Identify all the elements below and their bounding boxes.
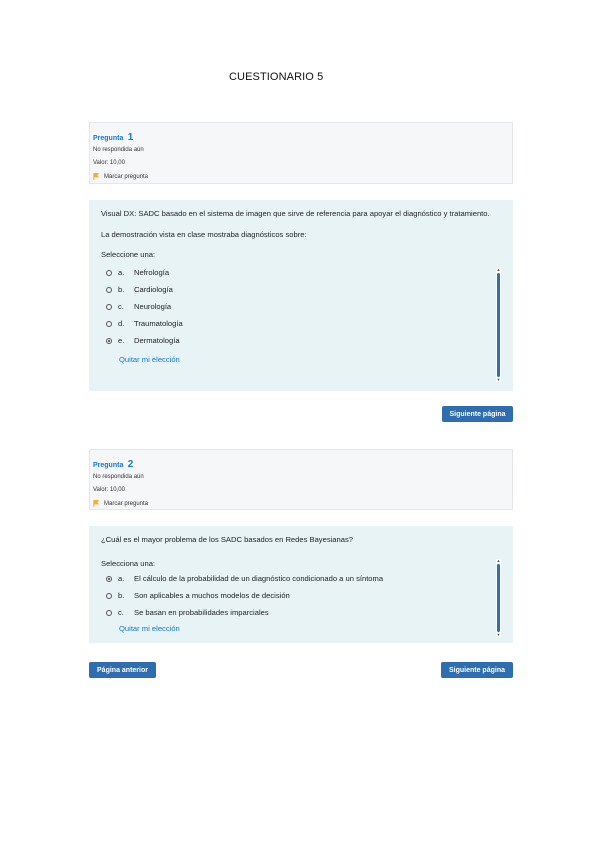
question-subtext: La demostración vista en clase mostraba … xyxy=(101,230,307,239)
answer-option[interactable]: b. Son aplicables a muchos modelos de dec… xyxy=(101,587,501,604)
radio-button[interactable] xyxy=(106,320,112,327)
option-text: Dermatología xyxy=(134,336,180,345)
radio-button[interactable] xyxy=(106,269,112,276)
question-label: Pregunta xyxy=(93,135,124,142)
flag-question-link[interactable]: Marcar pregunta xyxy=(93,500,509,507)
flag-question-link[interactable]: Marcar pregunta xyxy=(93,173,509,180)
radio-button[interactable] xyxy=(106,609,112,616)
option-letter: b. xyxy=(118,285,125,294)
answer-option[interactable]: c. Se basan en probabilidades imparciales xyxy=(101,604,501,621)
flag-icon xyxy=(93,500,100,507)
option-text: Se basan en probabilidades imparciales xyxy=(134,608,269,617)
answer-option[interactable]: a. Nefrología xyxy=(101,264,501,281)
question-text: ¿Cuál es el mayor problema de los SADC b… xyxy=(101,535,353,544)
radio-button[interactable] xyxy=(106,592,112,599)
question-number: 1 xyxy=(127,132,134,143)
question-1-info: Pregunta 1 No respondida aún Valor: 10,0… xyxy=(89,122,513,184)
scroll-thumb[interactable] xyxy=(497,564,500,632)
flag-icon xyxy=(93,173,100,180)
clear-choice-link[interactable]: Quitar mi elección xyxy=(119,624,501,633)
option-letter: b. xyxy=(118,591,125,600)
question-value: Valor: 10,00 xyxy=(93,487,125,493)
scroll-up-arrow[interactable]: ▲ xyxy=(496,268,501,272)
scroll-down-arrow[interactable]: ▼ xyxy=(496,378,501,382)
question-2-info: Pregunta 2 No respondida aún Valor: 10,0… xyxy=(89,449,513,510)
question-1-content: Visual DX: SADC basado en el sistema de … xyxy=(89,200,513,391)
answer-prompt: Seleccione una: xyxy=(101,250,156,259)
document-title: CUESTIONARIO 5 xyxy=(229,71,324,83)
scroll-down-arrow[interactable]: ▼ xyxy=(496,633,501,637)
next-page-button[interactable]: Siguiente página xyxy=(442,406,513,422)
scrollbar[interactable]: ▲ ▼ xyxy=(496,559,501,637)
flag-question-label: Marcar pregunta xyxy=(104,500,149,507)
option-text: Traumatología xyxy=(134,319,183,328)
question-status: No respondida aún xyxy=(93,147,144,153)
answer-option[interactable]: b. Cardiología xyxy=(101,281,501,298)
option-letter: a. xyxy=(118,268,125,277)
option-text: Nefrología xyxy=(134,268,170,277)
answer-prompt: Selecciona una: xyxy=(101,559,156,568)
scroll-up-arrow[interactable]: ▲ xyxy=(496,559,501,563)
option-letter: a. xyxy=(118,574,125,583)
previous-page-button[interactable]: Página anterior xyxy=(89,662,156,678)
question-label: Pregunta xyxy=(93,462,124,469)
question-status: No respondida aún xyxy=(93,474,144,480)
option-letter: e. xyxy=(118,336,125,345)
option-letter: c. xyxy=(118,302,124,311)
option-letter: d. xyxy=(118,319,125,328)
answer-option[interactable]: c. Neurología xyxy=(101,298,501,315)
radio-button[interactable] xyxy=(106,337,112,344)
question-value: Valor: 10,00 xyxy=(93,160,125,166)
question-number: 2 xyxy=(127,459,134,470)
radio-button[interactable] xyxy=(106,286,112,293)
option-text: Neurología xyxy=(134,302,172,311)
radio-button[interactable] xyxy=(106,303,112,310)
question-2-content: ¿Cuál es el mayor problema de los SADC b… xyxy=(89,526,513,643)
radio-button[interactable] xyxy=(106,575,112,582)
answer-option[interactable]: d. Traumatología xyxy=(101,315,501,332)
option-text: Son aplicables a muchos modelos de decis… xyxy=(134,591,290,600)
option-text: El cálculo de la probabilidad de un diag… xyxy=(134,574,384,583)
clear-choice-link[interactable]: Quitar mi elección xyxy=(119,355,501,364)
option-letter: c. xyxy=(118,608,124,617)
scrollbar[interactable]: ▲ ▼ xyxy=(496,268,501,382)
question-text: Visual DX: SADC basado en el sistema de … xyxy=(101,209,490,218)
answer-option[interactable]: e. Dermatología xyxy=(101,332,501,349)
scroll-thumb[interactable] xyxy=(497,273,500,377)
next-page-button[interactable]: Siguiente página xyxy=(441,662,513,678)
answer-option[interactable]: a. El cálculo de la probabilidad de un di… xyxy=(101,570,501,587)
flag-question-label: Marcar pregunta xyxy=(104,173,149,180)
option-text: Cardiología xyxy=(134,285,173,294)
